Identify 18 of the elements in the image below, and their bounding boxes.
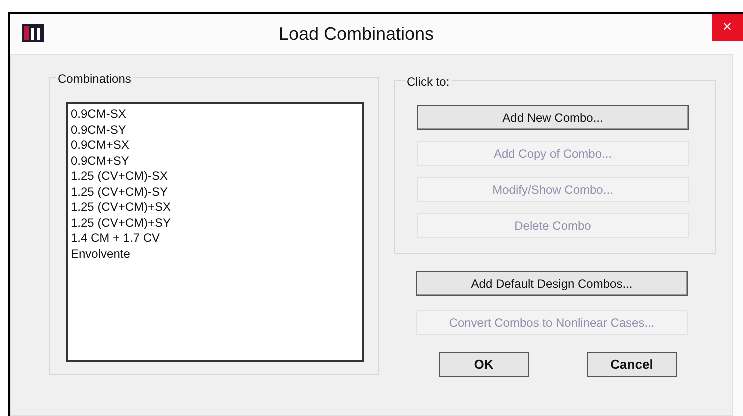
action-button[interactable]: Add New Combo... [417, 105, 689, 130]
list-item[interactable]: 0.9CM+SX [71, 138, 362, 154]
list-item[interactable]: 0.9CM-SY [71, 122, 362, 138]
combinations-list[interactable]: 0.9CM-SX 0.9CM-SY 0.9CM+SX 0.9CM+SY 1.25 (CV+CM)-SX 1.25 (CV+CM)-SY 1.25 (CV+CM)+SX 1.25 (CV+CM)+SY 1.4 CM + 1.7 CV Envolvente [66, 102, 364, 362]
list-item[interactable]: 1.4 CM + 1.7 CV [71, 231, 362, 246]
list-item[interactable]: 1.25 (CV+CM)-SY [71, 184, 362, 200]
app-logo-icon [22, 24, 44, 42]
list-item[interactable]: 1.25 (CV+CM)+SY [71, 216, 362, 231]
list-item[interactable]: 0.9CM+SY [71, 154, 362, 169]
list-item[interactable]: 0.9CM-SX [71, 107, 362, 122]
list-item[interactable]: 1.25 (CV+CM)-SX [71, 169, 362, 184]
list-item[interactable]: 1.25 (CV+CM)+SX [71, 200, 362, 216]
action-button[interactable]: Add Default Design Combos... [416, 271, 688, 296]
window-title: Load Combinations [278, 22, 436, 46]
dialog-button[interactable]: OK [439, 352, 529, 377]
list-item[interactable]: Envolvente [71, 246, 362, 262]
dialog-button[interactable]: Cancel [587, 352, 677, 377]
close-button[interactable]: × [712, 14, 743, 41]
